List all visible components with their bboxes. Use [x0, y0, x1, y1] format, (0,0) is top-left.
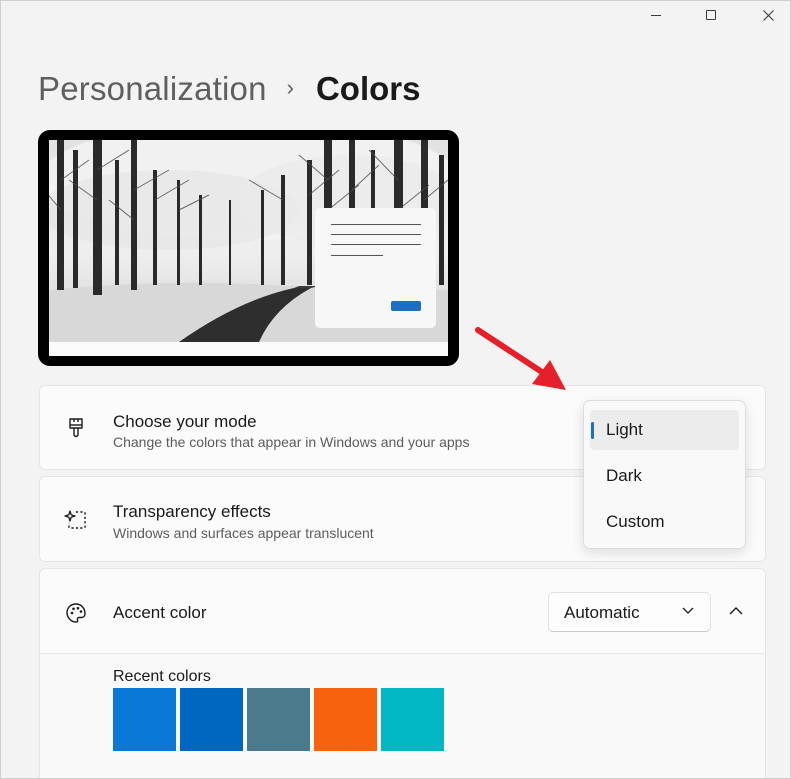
page-title: Colors — [315, 70, 421, 107]
theme-preview — [38, 130, 459, 366]
close-button[interactable] — [742, 0, 791, 30]
maximize-icon — [706, 10, 716, 20]
preview-window — [315, 208, 436, 328]
recent-colors-swatches — [113, 688, 444, 751]
minimize-button[interactable] — [630, 0, 682, 30]
chevron-down-icon — [682, 607, 694, 614]
breadcrumb-parent[interactable]: Personalization — [38, 70, 267, 108]
transparency-description: Windows and surfaces appear translucent — [113, 525, 374, 541]
paintbrush-icon — [69, 418, 83, 438]
color-swatch[interactable] — [113, 688, 176, 751]
mode-option-label: Dark — [606, 466, 642, 485]
preview-line — [331, 234, 421, 235]
preview-line — [331, 244, 421, 245]
sparkle-select-icon — [64, 510, 86, 529]
mode-dropdown-flyout: Light Dark Custom — [583, 400, 746, 549]
palette-icon — [66, 603, 86, 623]
mode-option-light[interactable]: Light — [590, 410, 739, 450]
maximize-button[interactable] — [685, 0, 737, 30]
mode-option-custom[interactable]: Custom — [590, 502, 739, 542]
chevron-up-icon[interactable] — [728, 603, 744, 619]
mode-option-label: Light — [606, 420, 643, 439]
close-icon — [762, 9, 774, 21]
accent-title: Accent color — [113, 603, 207, 622]
accent-dropdown-value: Automatic — [564, 603, 640, 622]
annotation-arrow-icon — [475, 327, 566, 390]
preview-screen — [49, 140, 448, 356]
breadcrumb-separator: › — [286, 75, 294, 100]
color-swatch[interactable] — [314, 688, 377, 751]
accent-color-dropdown[interactable]: Automatic — [548, 592, 711, 632]
minimize-icon — [651, 14, 661, 16]
selection-indicator — [591, 422, 594, 439]
mode-option-dark[interactable]: Dark — [590, 456, 739, 496]
mode-description: Change the colors that appear in Windows… — [113, 434, 470, 450]
breadcrumb: Personalization › Colors — [38, 68, 420, 110]
color-swatch[interactable] — [247, 688, 310, 751]
mode-title: Choose your mode — [113, 412, 257, 431]
color-swatch[interactable] — [180, 688, 243, 751]
recent-colors-label: Recent colors — [113, 668, 211, 685]
preview-taskbar — [49, 342, 448, 356]
color-swatch[interactable] — [381, 688, 444, 751]
preview-line — [331, 255, 383, 256]
transparency-title: Transparency effects — [113, 502, 271, 521]
accent-color-card: Accent color Automatic Recent colors — [39, 568, 766, 779]
preview-button — [391, 301, 421, 311]
mode-option-label: Custom — [606, 512, 665, 531]
preview-line — [331, 224, 421, 225]
